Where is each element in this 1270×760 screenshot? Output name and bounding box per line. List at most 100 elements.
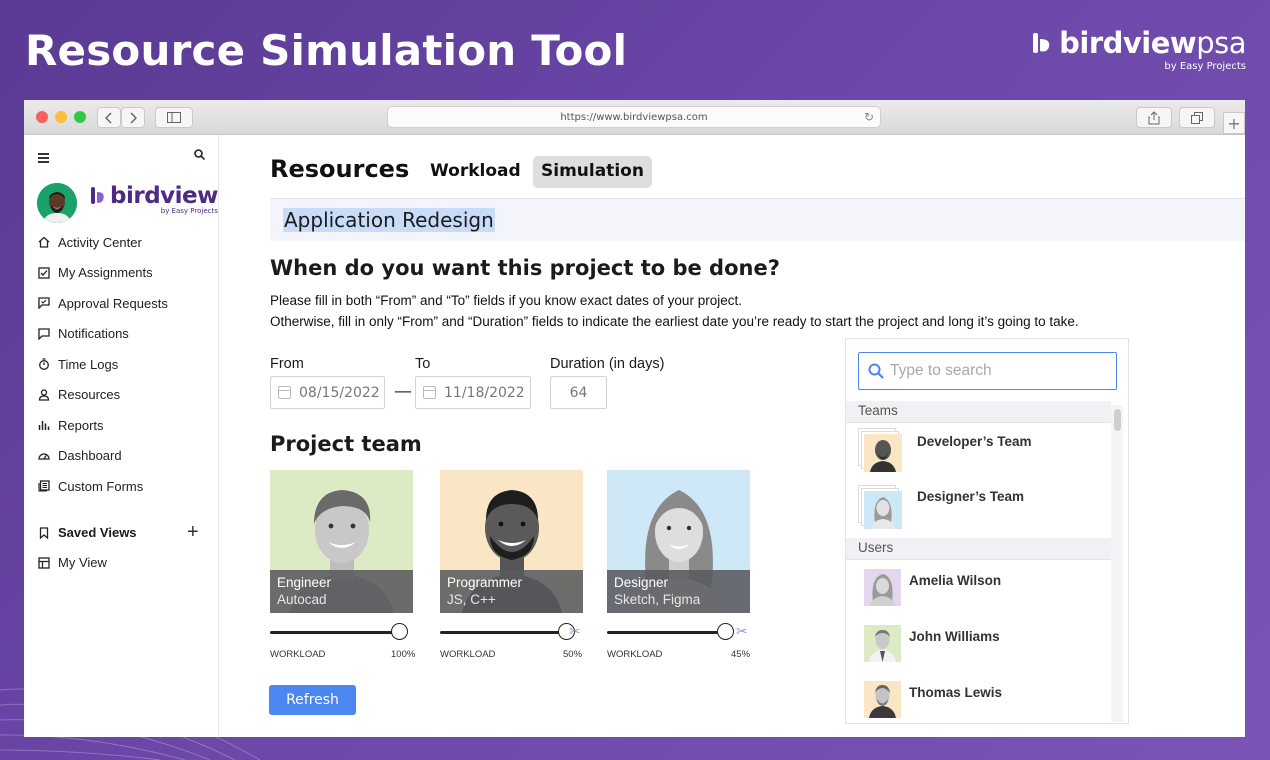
sidebar-item-label: Approval Requests <box>58 295 168 311</box>
sidebar-item-my-view[interactable]: My View <box>24 548 218 579</box>
reload-icon[interactable]: ↻ <box>864 110 874 124</box>
main-content: Resources Workload Simulation Applicatio… <box>220 135 1245 737</box>
calendar-icon <box>423 386 436 399</box>
bookmark-icon <box>37 526 51 540</box>
workload-slider-track[interactable] <box>440 631 566 634</box>
tabs-icon <box>1191 111 1203 124</box>
forward-button[interactable] <box>121 107 145 128</box>
panel-scrollbar[interactable] <box>1111 405 1123 722</box>
brand-name: birdview <box>1059 26 1197 60</box>
approval-icon <box>37 296 51 310</box>
users-group-header: Users <box>846 538 1111 560</box>
minimize-window-button[interactable] <box>55 111 67 123</box>
project-header: Application Redesign <box>270 198 1245 241</box>
team-avatar-stack <box>858 485 902 529</box>
brand-logo: birdviewpsa by Easy Projects <box>1031 26 1246 72</box>
user-row[interactable]: John Williams <box>846 617 1111 673</box>
project-team-heading: Project team <box>270 432 422 456</box>
saved-views-header: Saved Views + <box>24 518 218 548</box>
from-date-field[interactable]: 08/15/2022 <box>270 376 385 409</box>
new-tab-button[interactable]: + <box>1223 112 1245 134</box>
user-name: John Williams <box>909 629 1000 644</box>
sidebar: birdview by Easy Projects Activity Cente… <box>24 135 219 737</box>
sidebar-item-my-assignments[interactable]: My Assignments <box>24 258 218 289</box>
workload-slider-handle[interactable] <box>391 623 408 640</box>
sidebar-item-notifications[interactable]: Notifications <box>24 319 218 350</box>
team-card-skills: Sketch, Figma <box>614 592 701 607</box>
tab-simulation[interactable]: Simulation <box>533 156 652 188</box>
tabs-button[interactable] <box>1179 107 1215 128</box>
date-range-separator: — <box>394 381 412 402</box>
search-input[interactable]: Type to search <box>858 352 1117 390</box>
sidebar-nav: Activity Center My Assignments Approval … <box>24 227 218 502</box>
birdview-logo-icon <box>1033 33 1050 53</box>
team-card-caption: Engineer Autocad <box>270 570 413 613</box>
sidebar-item-label: Reports <box>58 417 104 433</box>
thomas-lewis-avatar <box>864 681 901 718</box>
address-bar[interactable]: https://www.birdviewpsa.com ↻ <box>387 106 881 128</box>
search-placeholder: Type to search <box>890 362 992 379</box>
workload-label: WORKLOAD <box>440 649 496 660</box>
team-row[interactable]: Designer’s Team <box>846 478 1111 536</box>
menu-icon[interactable] <box>38 153 49 165</box>
team-card-designer[interactable]: Designer Sketch, Figma <box>607 470 750 613</box>
team-card-engineer[interactable]: Engineer Autocad <box>270 470 413 613</box>
workload-slider-track[interactable] <box>607 631 726 634</box>
panel-scrollbar-thumb[interactable] <box>1114 409 1121 431</box>
team-card-programmer[interactable]: Programmer JS, C++ <box>440 470 583 613</box>
share-icon <box>1148 110 1160 124</box>
sidebar-item-reports[interactable]: Reports <box>24 410 218 441</box>
from-date-value: 08/15/2022 <box>299 384 380 401</box>
teams-group-header: Teams <box>846 401 1111 423</box>
to-date-field[interactable]: 11/18/2022 <box>415 376 531 409</box>
unlink-icon[interactable]: ✂ <box>569 624 581 640</box>
plus-icon: + <box>1227 113 1241 133</box>
close-window-button[interactable] <box>36 111 48 123</box>
sidebar-toggle-button[interactable] <box>155 107 193 128</box>
sidebar-item-resources[interactable]: Resources <box>24 380 218 411</box>
description-line: Please fill in both “From” and “To” fiel… <box>270 293 742 308</box>
workload-label: WORKLOAD <box>270 649 326 660</box>
description-line: Otherwise, fill in only “From” and “Dura… <box>270 314 1079 329</box>
team-card-skills: JS, C++ <box>447 592 496 607</box>
john-williams-avatar <box>864 625 901 662</box>
user-row[interactable]: Thomas Lewis <box>846 673 1111 723</box>
workload-value: 45% <box>731 649 751 660</box>
unlink-icon[interactable]: ✂ <box>736 624 748 640</box>
user-name: Thomas Lewis <box>909 685 1003 700</box>
back-button[interactable] <box>97 107 121 128</box>
birdview-logo-icon <box>91 187 104 204</box>
person-icon <box>37 388 51 402</box>
page-title: Resources <box>270 155 410 183</box>
search-icon <box>868 363 884 379</box>
sidebar-item-activity-center[interactable]: Activity Center <box>24 227 218 258</box>
refresh-button[interactable]: Refresh <box>269 685 356 715</box>
to-date-value: 11/18/2022 <box>444 384 525 401</box>
sidebar-item-label: Resources <box>58 387 121 403</box>
workload-slider-track[interactable] <box>270 631 399 634</box>
sidebar-item-label: Time Logs <box>58 356 119 372</box>
tab-workload[interactable]: Workload <box>422 156 529 188</box>
workload-slider-handle[interactable] <box>717 623 735 640</box>
user-row[interactable]: Amelia Wilson <box>846 561 1111 617</box>
hero-title: Resource Simulation Tool <box>25 26 628 75</box>
sidebar-item-custom-forms[interactable]: Custom Forms <box>24 471 218 502</box>
resource-picker-panel: Type to search Teams Developer’s Team De… <box>845 338 1129 724</box>
user-avatar[interactable] <box>37 183 77 223</box>
sidebar-item-approval-requests[interactable]: Approval Requests <box>24 288 218 319</box>
maximize-window-button[interactable] <box>74 111 86 123</box>
add-saved-view-button[interactable]: + <box>187 521 199 544</box>
sidebar-item-time-logs[interactable]: Time Logs <box>24 349 218 380</box>
checkbox-icon <box>37 266 51 280</box>
amelia-wilson-avatar <box>864 569 901 606</box>
project-name[interactable]: Application Redesign <box>283 208 495 232</box>
brand-subtitle: by Easy Projects <box>1164 61 1246 72</box>
designer-team-avatar <box>864 491 902 529</box>
sidebar-item-label: My Assignments <box>58 265 153 281</box>
duration-field[interactable]: 64 <box>550 376 607 409</box>
share-button[interactable] <box>1136 107 1172 128</box>
team-row[interactable]: Developer’s Team <box>846 423 1111 478</box>
team-name: Designer’s Team <box>917 489 1025 504</box>
sidebar-item-dashboard[interactable]: Dashboard <box>24 441 218 472</box>
search-icon[interactable] <box>194 149 205 160</box>
